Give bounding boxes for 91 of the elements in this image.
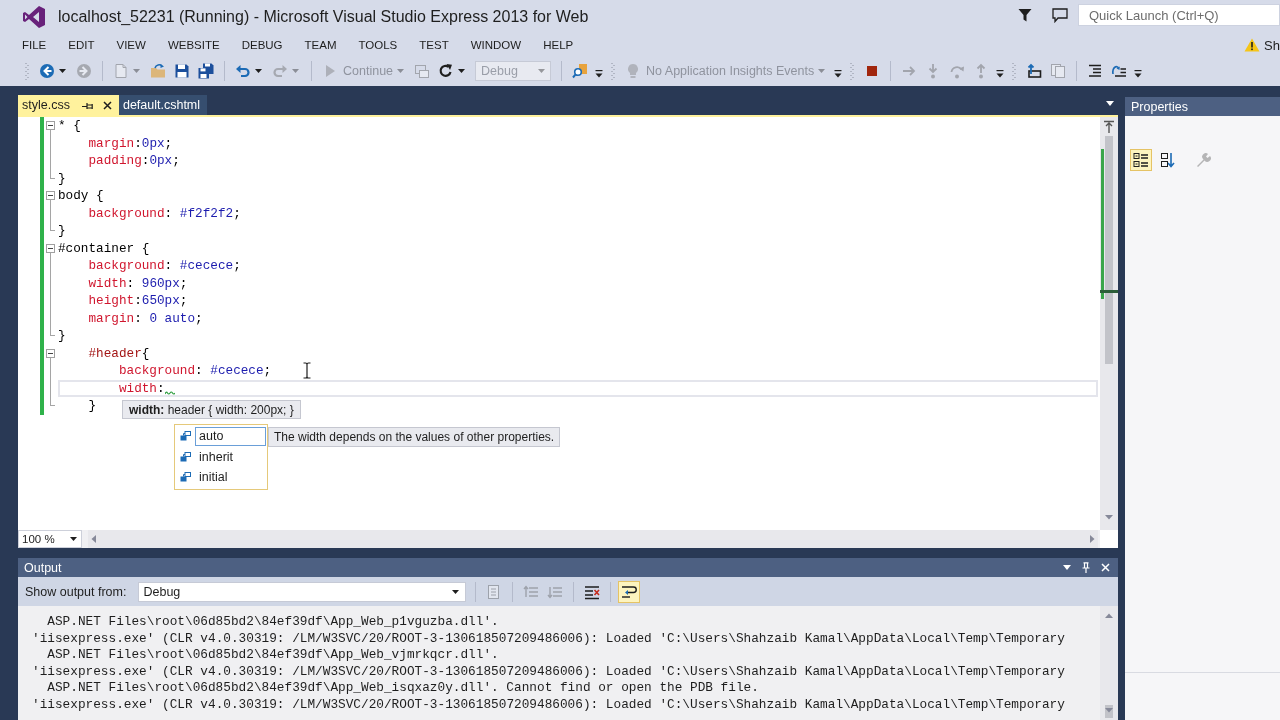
menu-item[interactable]: DEBUG	[230, 39, 294, 51]
output-line: 'iisexpress.exe' (CLR v4.0.30319: /LM/W3SVC/20/ROOT-3-130618507209486006): Loaded 'C:\Users\Shahzaib Kamal\AppData\Local\Temp\Temporary	[32, 630, 1066, 647]
code-line: width:	[117, 379, 165, 397]
code-line: }	[58, 169, 66, 187]
circular-arrow-icon[interactable]	[438, 63, 455, 79]
caret-icon[interactable]	[458, 69, 466, 73]
output-line: ASP.NET Files\root\06d85bd2\84ef39df\App_Web_vjmrkqcr.dll'.	[46, 647, 500, 664]
panel-title: Properties	[1131, 99, 1188, 114]
menu-item[interactable]: HELP	[532, 39, 585, 51]
code-line: }	[58, 327, 66, 345]
output-line: ASP.NET Files\root\06d85bd2\84ef39df\App_Web_isqxaz0y.dll'. Cannot find or open the PDB file.	[46, 680, 760, 697]
menu-item[interactable]: TEST	[408, 39, 460, 51]
speech-bubble-icon[interactable]	[1052, 7, 1068, 23]
caret-icon[interactable]	[70, 537, 77, 541]
description-tooltip: The width depends on the values of other properties.	[268, 427, 561, 447]
menu-item[interactable]: VIEW	[105, 39, 157, 51]
grip-icon[interactable]	[25, 62, 29, 80]
overflow-icon[interactable]	[996, 69, 1005, 79]
sort-down-icon[interactable]	[1158, 150, 1178, 170]
collapse-icon[interactable]	[46, 121, 55, 131]
curved-arrow-lines-icon[interactable]	[1111, 63, 1128, 79]
quick-info-tooltip: width: header { width: 200px; }	[122, 400, 301, 419]
collapse-icon[interactable]	[46, 348, 55, 358]
caret-icon[interactable]	[59, 69, 66, 73]
linked-squares-icon	[180, 431, 191, 442]
zoom-dropdown[interactable]: 100 %	[18, 530, 82, 548]
horizontal-scrollbar[interactable]	[88, 530, 1098, 548]
menu-item[interactable]: EDIT	[57, 39, 106, 51]
magnifier-document-icon[interactable]	[572, 63, 589, 79]
close-icon[interactable]	[102, 100, 112, 110]
folder-icon[interactable]	[150, 63, 166, 79]
field-label: Show output from:	[25, 584, 127, 599]
grip-icon[interactable]	[850, 62, 855, 80]
menu-item[interactable]: TOOLS	[347, 39, 409, 51]
completion-item[interactable]: auto	[195, 426, 266, 446]
code-line: padding:0px;	[87, 152, 180, 170]
linked-squares-icon	[180, 472, 191, 483]
caret-icon[interactable]	[1063, 565, 1071, 570]
caret-icon[interactable]	[255, 69, 262, 73]
collapse-icon[interactable]	[46, 191, 55, 201]
tab[interactable]: default.cshtml	[118, 95, 208, 115]
output-line: 'iisexpress.exe' (CLR v4.0.30319: /LM/W3SVC/20/ROOT-3-130618507209486006): Loaded 'C:\Users\Shahzaib Kamal\AppData\Local\Temp\Temporary	[32, 663, 1066, 680]
menu-item[interactable]: WEBSITE	[156, 39, 231, 51]
code-line: background: #cecece;	[117, 362, 272, 380]
collapse-icon[interactable]	[46, 243, 55, 253]
overflow-icon[interactable]	[1134, 69, 1143, 79]
code-line: * {	[58, 117, 81, 135]
caret-icon[interactable]	[452, 589, 460, 594]
code-line: margin:0px;	[87, 134, 173, 152]
text-lines-icon[interactable]	[1087, 63, 1104, 79]
code-line: background: #f2f2f2;	[87, 204, 241, 222]
panel-title: Output	[24, 560, 62, 575]
menu-item[interactable]: FILE	[11, 39, 58, 51]
output-line: ASP.NET Files\root\06d85bd2\84ef39df\App_Web_p1vguzba.dll'.	[46, 614, 500, 631]
overflow-icon[interactable]	[595, 69, 604, 79]
pin-icon[interactable]	[81, 101, 93, 109]
code-line: #header{	[87, 344, 150, 362]
vertical-scrollbar[interactable]	[1100, 606, 1118, 720]
window-title: localhost_52231 (Running) - Microsoft Visual Studio Express 2013 for Web	[58, 8, 589, 26]
code-line: width: 960px;	[87, 274, 188, 292]
quick-launch-field[interactable]: Quick Launch (Ctrl+Q)	[1078, 4, 1280, 26]
menu-item[interactable]: WINDOW	[459, 39, 533, 51]
notification-text[interactable]: Sh	[1264, 37, 1280, 53]
completion-item[interactable]: inherit	[195, 447, 266, 467]
code-line: }	[58, 222, 66, 240]
code-line: }	[87, 397, 97, 415]
code-line: #container {	[58, 239, 150, 257]
menu-item[interactable]: TEAM	[293, 39, 348, 51]
code-line: margin: 0 auto;	[87, 309, 203, 327]
arrow-up-bar-icon[interactable]	[1103, 120, 1115, 134]
grip-icon[interactable]	[1012, 62, 1017, 80]
arrow-left-circle-icon[interactable]	[39, 63, 55, 79]
tab[interactable]: style.css	[18, 95, 119, 115]
category-list-icon[interactable]	[1131, 150, 1151, 170]
output-line: 'iisexpress.exe' (CLR v4.0.30319: /LM/W3SVC/20/ROOT-3-130618507209486006): Loaded 'C:\Users\Shahzaib Kamal\AppData\Local\Temp\Temporary	[32, 696, 1066, 713]
caret-icon[interactable]	[1106, 101, 1114, 106]
floppy-disks-icon[interactable]	[198, 63, 214, 79]
output-source-dropdown[interactable]: Debug	[138, 581, 467, 602]
overflow-icon[interactable]	[834, 69, 843, 79]
grip-icon[interactable]	[611, 62, 616, 80]
code-line: background: #cecece;	[87, 257, 241, 275]
arrow-into-box-icon[interactable]	[1026, 63, 1043, 79]
text-cursor-icon	[303, 362, 311, 379]
code-line: height:650px;	[87, 292, 188, 310]
completion-item[interactable]: initial	[195, 467, 266, 487]
filter-icon[interactable]	[1018, 8, 1032, 22]
warning-icon	[1244, 38, 1261, 52]
code-line: body {	[58, 187, 104, 205]
logo-icon	[22, 5, 46, 29]
undo-arrow-icon[interactable]	[235, 63, 251, 79]
linked-squares-icon	[180, 451, 191, 462]
